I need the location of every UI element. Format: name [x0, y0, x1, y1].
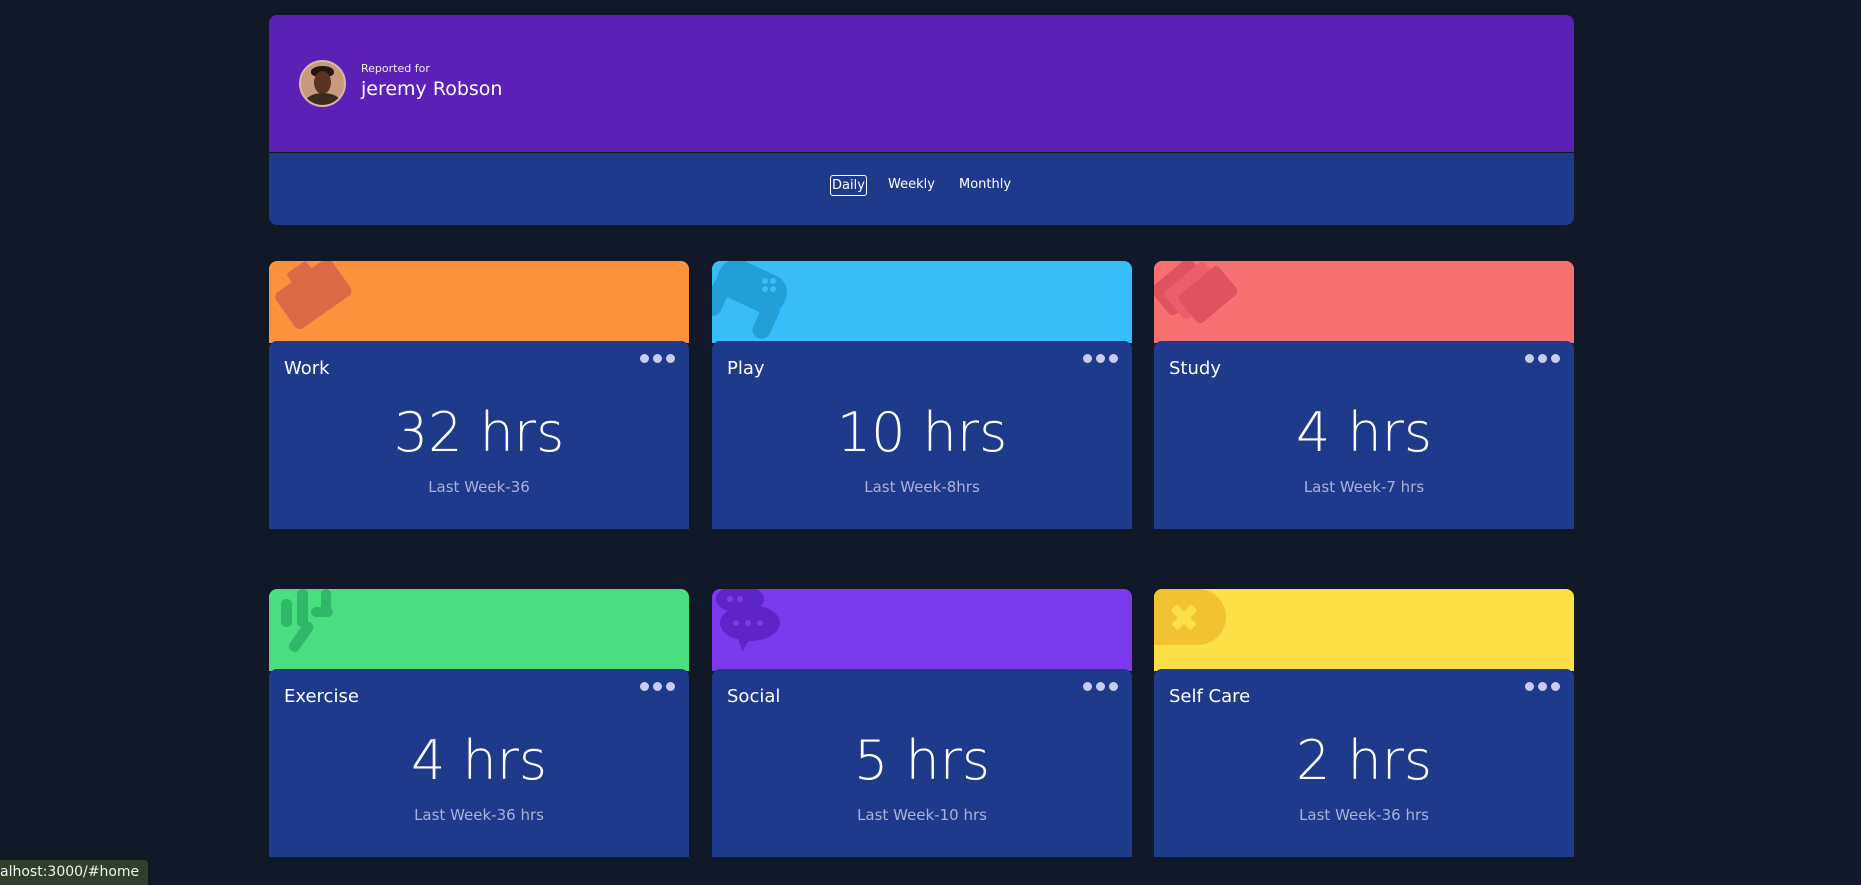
card-title: Work [284, 358, 330, 379]
card-header-social [712, 589, 1132, 671]
card-header-work [269, 261, 689, 343]
ellipsis-icon[interactable] [1083, 354, 1118, 363]
card-last-week: Last Week-36 hrs [414, 806, 544, 824]
timeframe-tabs: Daily Weekly Monthly [269, 153, 1574, 225]
card-title: Self Care [1169, 686, 1251, 707]
status-bar-url: alhost:3000/#home [0, 860, 149, 885]
ellipsis-icon[interactable] [640, 682, 675, 691]
avatar [299, 60, 346, 107]
card-header-study [1154, 261, 1574, 343]
card-hours: 10 hrs [836, 401, 1008, 464]
dashboard: Reported for jeremy Robson Daily Weekly … [269, 15, 1574, 225]
card-hours: 32 hrs [393, 401, 565, 464]
card-last-week: Last Week-7 hrs [1303, 478, 1425, 496]
card-last-week: Last Week-36 hrs [1299, 806, 1429, 824]
card-hours: 5 hrs [853, 729, 991, 792]
card-self-care[interactable]: Self Care 2 hrs Last Week-36 hrs [1154, 589, 1574, 857]
card-panel-social: Social 5 hrs Last Week-10 hrs [712, 669, 1132, 857]
card-panel-play: Play 10 hrs Last Week-8hrs [712, 341, 1132, 529]
books-icon [1154, 261, 1238, 324]
card-hours: 2 hrs [1295, 729, 1433, 792]
chat-icon [716, 589, 780, 651]
card-title: Study [1169, 358, 1221, 379]
card-last-week: Last Week-10 hrs [857, 806, 987, 824]
user-name: jeremy Robson [361, 78, 503, 100]
card-title: Social [727, 686, 781, 707]
card-panel-exercise: Exercise 4 hrs Last Week-36 hrs [269, 669, 689, 857]
tab-daily[interactable]: Daily [830, 175, 867, 196]
card-header-exercise [269, 589, 689, 671]
ellipsis-icon[interactable] [640, 354, 675, 363]
card-header-play [712, 261, 1132, 343]
card-last-week: Last Week-36 [428, 478, 530, 496]
profile-header: Reported for jeremy Robson [269, 15, 1574, 152]
card-play[interactable]: Play 10 hrs Last Week-8hrs [712, 261, 1132, 529]
card-panel-work: Work 32 hrs Last Week-36 [269, 341, 689, 529]
card-title: Play [727, 358, 765, 379]
ellipsis-icon[interactable] [1525, 354, 1560, 363]
tab-weekly[interactable]: Weekly [887, 175, 936, 194]
bandage-icon [1154, 589, 1226, 645]
card-exercise[interactable]: Exercise 4 hrs Last Week-36 hrs [269, 589, 689, 857]
gamepad-icon [712, 261, 788, 339]
ellipsis-icon[interactable] [1083, 682, 1118, 691]
card-hours: 4 hrs [410, 729, 548, 792]
ellipsis-icon[interactable] [1525, 682, 1560, 691]
card-panel-study: Study 4 hrs Last Week-7 hrs [1154, 341, 1574, 529]
card-study[interactable]: Study 4 hrs Last Week-7 hrs [1154, 261, 1574, 529]
running-icon [281, 589, 333, 652]
reported-for-label: Reported for [361, 62, 430, 75]
card-header-self-care [1154, 589, 1574, 671]
card-hours: 4 hrs [1295, 401, 1433, 464]
card-social[interactable]: Social 5 hrs Last Week-10 hrs [712, 589, 1132, 857]
card-panel-self-care: Self Care 2 hrs Last Week-36 hrs [1154, 669, 1574, 857]
card-last-week: Last Week-8hrs [864, 478, 980, 496]
card-title: Exercise [284, 686, 359, 707]
briefcase-icon [275, 261, 352, 330]
card-work[interactable]: Work 32 hrs Last Week-36 [269, 261, 689, 529]
tab-monthly[interactable]: Monthly [958, 175, 1012, 194]
